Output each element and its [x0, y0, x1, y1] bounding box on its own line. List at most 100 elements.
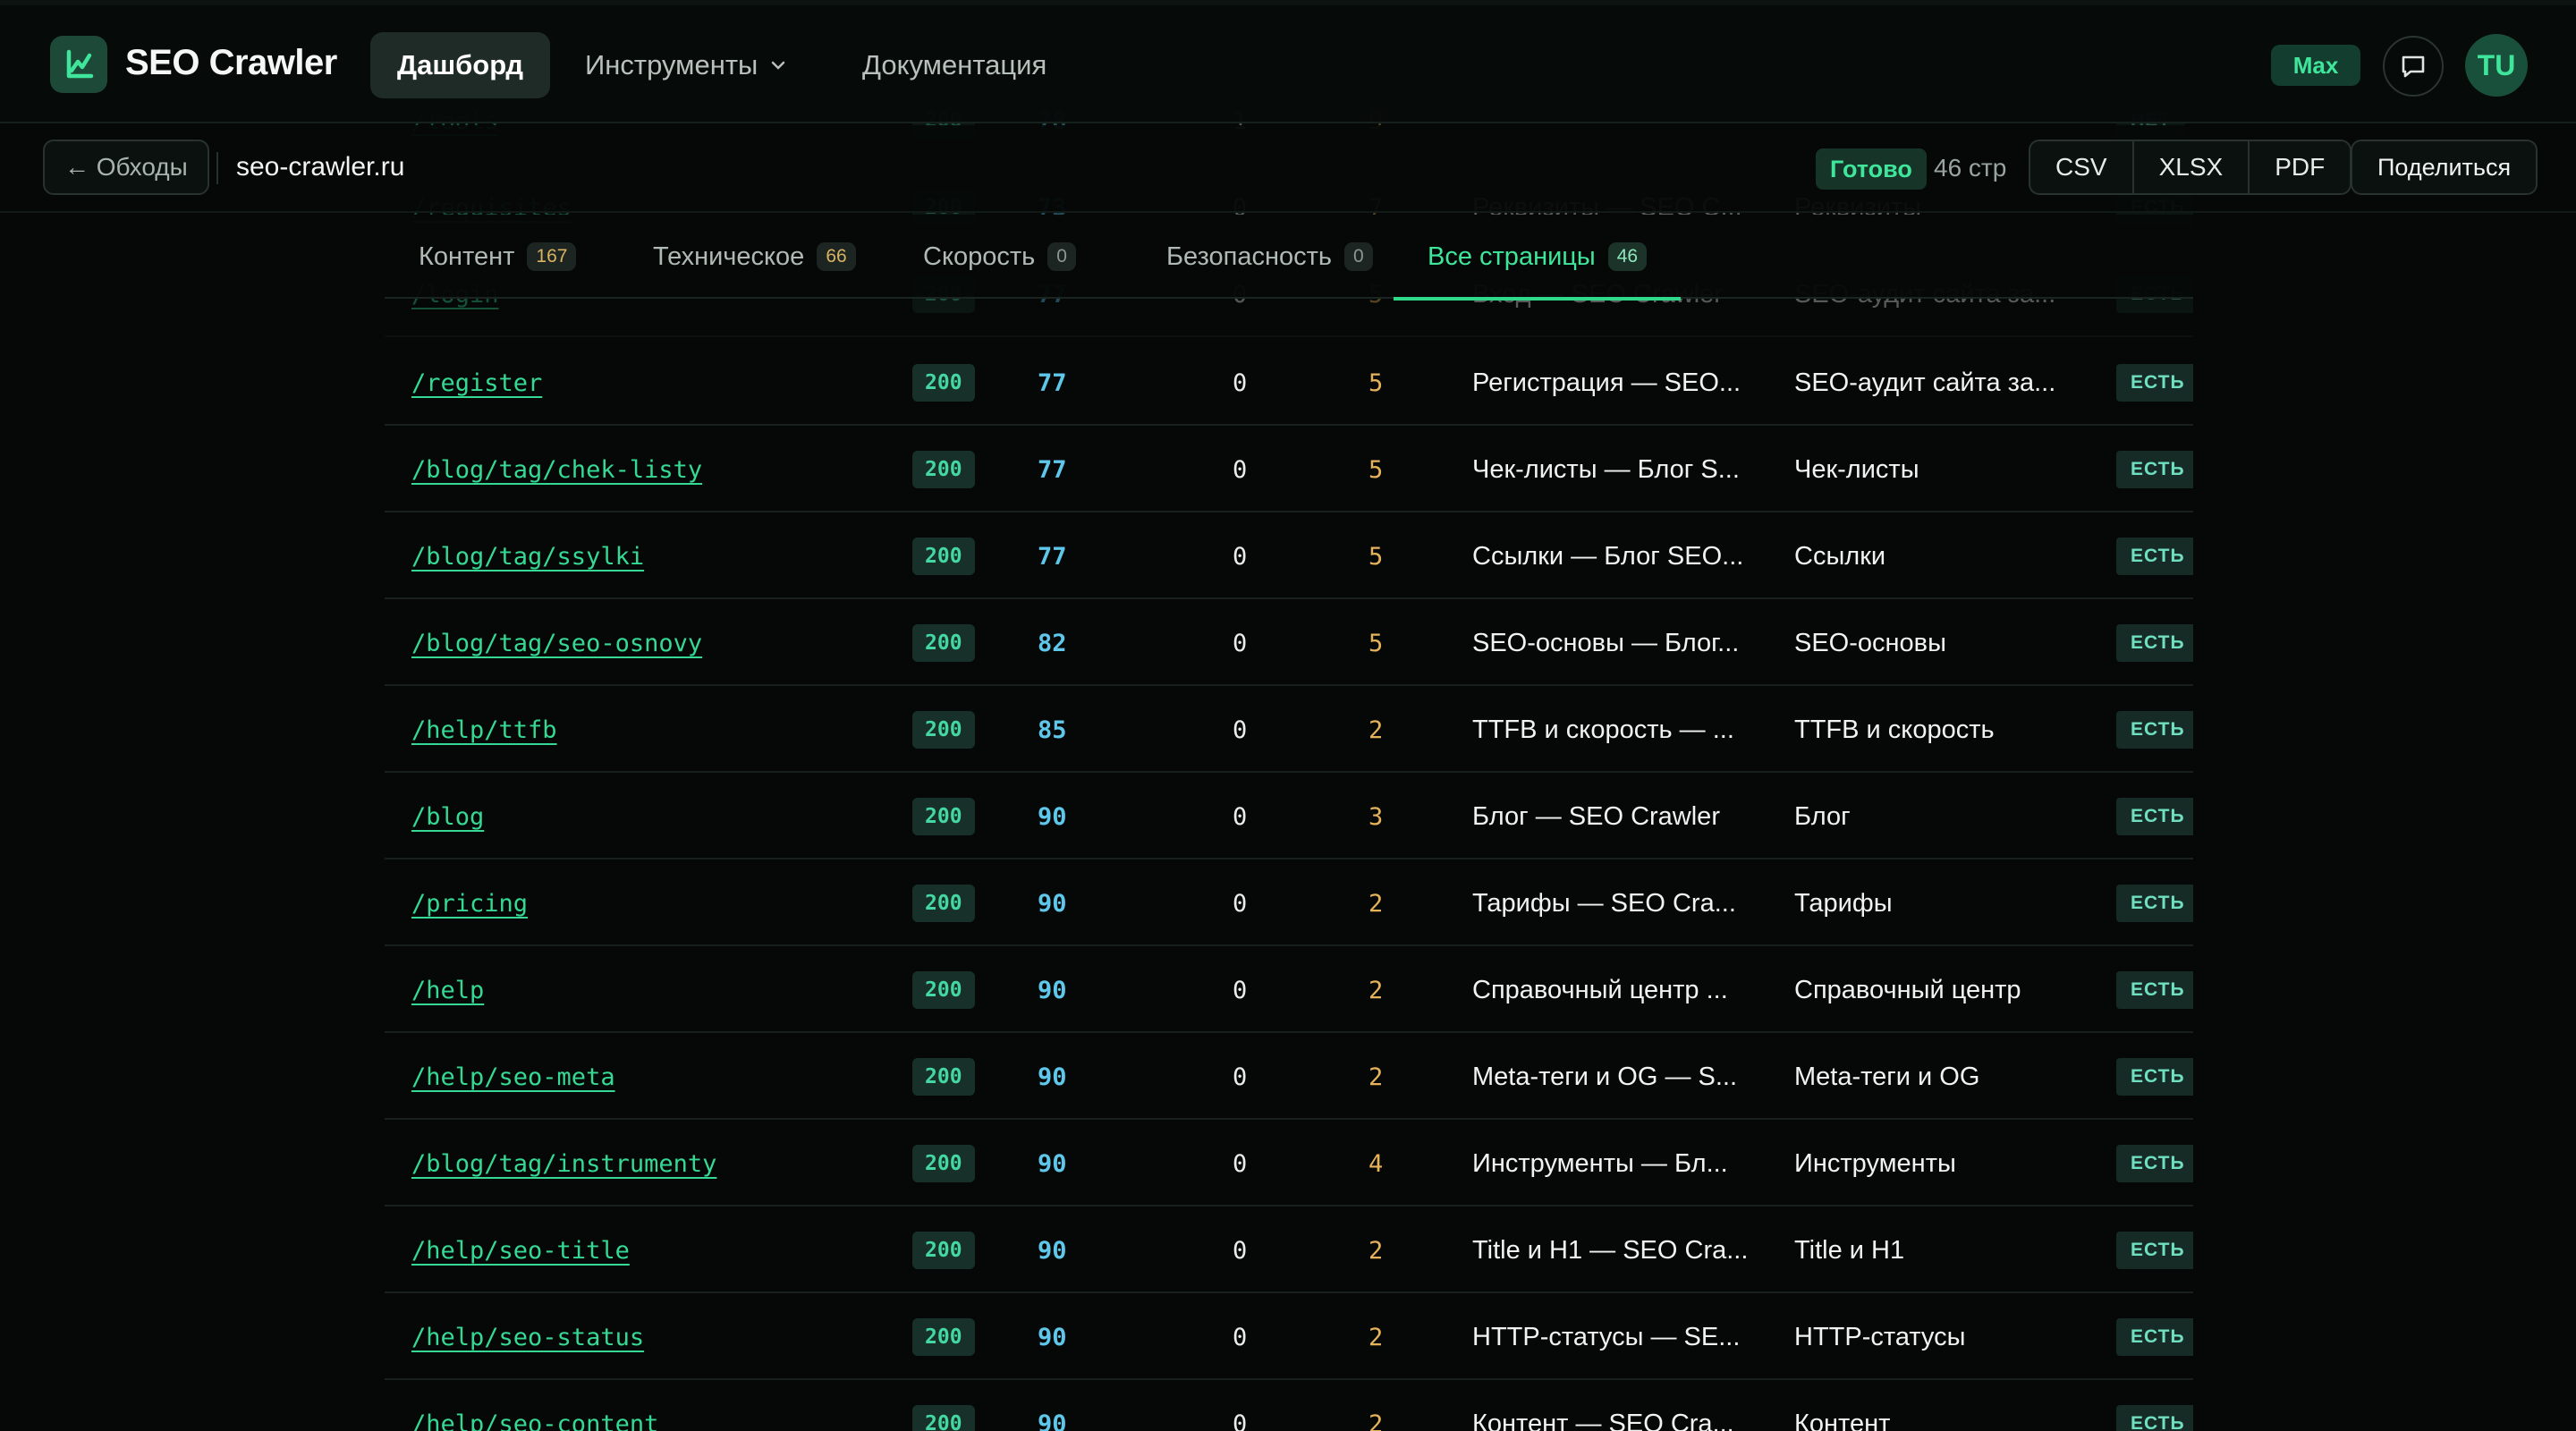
page-url-link[interactable]: /help/ttfb [411, 687, 912, 773]
nav-dashboard-label: Дашборд [397, 49, 524, 80]
table-row[interactable]: /blog/tag/chek-listy 200 77 0 5 Чек-листы — Б… [385, 427, 2193, 512]
status-code-badge: 200 [912, 971, 975, 1009]
table-row[interactable]: /blog 200 90 0 3 Блог — SEO Crawler Блог ЕСТЬ [385, 774, 2193, 859]
table-row[interactable]: /blog/tag/seo-osnovy 200 82 0 5 SEO-основы — … [385, 600, 2193, 686]
page-title-cell: Справочный центр ... [1472, 975, 1728, 1004]
og-cell: ЕСТЬ [2116, 427, 2193, 512]
page-url-link[interactable]: /blog/tag/chek-listy [411, 427, 912, 512]
page-url-link[interactable]: /blog/tag/instrumenty [411, 1121, 912, 1207]
og-badge: ЕСТЬ [2116, 885, 2193, 922]
og-cell: ЕСТЬ [2116, 947, 2193, 1033]
tab-speed[interactable]: Скорость 0 [889, 215, 1110, 299]
page-url-link[interactable]: /help/seo-title [411, 1207, 912, 1293]
tab-label: Все страницы [1428, 241, 1596, 271]
status-code-cell: 200 [912, 513, 984, 599]
tab-count: 0 [1344, 242, 1373, 271]
og-cell: ЕСТЬ [2116, 340, 2193, 426]
logo-icon[interactable] [50, 36, 107, 93]
table-row[interactable]: /register 200 77 0 5 Регистрация — SEO... SEO-… [385, 340, 2193, 426]
page-title-cell: Инструменты — Бл... [1472, 1148, 1728, 1178]
table-row[interactable]: /help 200 90 0 2 Справочный центр ... Справочн… [385, 947, 2193, 1033]
warnings-count: 4 [1368, 1149, 1384, 1178]
page-url-link[interactable]: /help/seo-content [411, 1381, 912, 1431]
og-badge: ЕСТЬ [2116, 451, 2193, 488]
page-title-cell: Контент — SEO Cra... [1472, 1409, 1734, 1431]
score-value: 77 [1038, 368, 1067, 397]
status-code-badge: 200 [912, 1405, 975, 1431]
plan-badge[interactable]: Max [2271, 45, 2360, 86]
tab-content[interactable]: Контент 167 [385, 215, 610, 299]
page-title-cell: TTFB и скорость — ... [1472, 715, 1734, 744]
page-url-link[interactable]: /blog/tag/seo-osnovy [411, 600, 912, 686]
export-pdf-button[interactable]: PDF [2250, 141, 2350, 193]
status-code-cell: 200 [912, 1034, 984, 1120]
page-url-link[interactable]: /blog/tag/ssylki [411, 513, 912, 599]
table-row[interactable]: /blog/tag/instrumenty 200 90 0 4 Инструменты … [385, 1121, 2193, 1207]
tab-count: 0 [1047, 242, 1076, 271]
status-code-badge: 200 [912, 798, 975, 835]
table-row[interactable]: /pricing 200 90 0 2 Тарифы — SEO Cra... Тарифы… [385, 860, 2193, 946]
status-code-cell: 200 [912, 600, 984, 686]
status-code-badge: 200 [912, 538, 975, 575]
page-h1-cell: Чек-листы [1794, 454, 1919, 484]
nav-tools-label: Инструменты [585, 49, 758, 80]
page-h1-cell: Инструменты [1794, 1148, 1956, 1178]
table-row[interactable]: /help/ttfb 200 85 0 2 TTFB и скорость — ... TT… [385, 687, 2193, 773]
status-code-cell: 200 [912, 1381, 984, 1431]
og-badge: ЕСТЬ [2116, 624, 2193, 662]
score-value: 90 [1038, 1236, 1067, 1265]
avatar[interactable]: TU [2465, 34, 2528, 97]
warnings-count: 5 [1368, 368, 1384, 397]
tab-all-pages[interactable]: Все страницы 46 [1394, 215, 1682, 301]
pages-count: 46 стр [1934, 154, 2007, 182]
warnings-count: 5 [1368, 455, 1384, 484]
top-nav: SEO Crawler Дашборд Инструменты Документ… [0, 0, 2576, 123]
table-row[interactable]: /help/seo-title 200 90 0 2 Title и H1 — SEO C… [385, 1207, 2193, 1293]
status-code-badge: 200 [912, 364, 975, 402]
table-row[interactable]: /blog/tag/ssylki 200 77 0 5 Ссылки — Блог SEO… [385, 513, 2193, 599]
page-title-cell: Meta-теги и OG — S... [1472, 1062, 1738, 1091]
nav-docs[interactable]: Документация [835, 32, 1073, 98]
table-row[interactable]: /help/seo-status 200 90 0 2 HTTP-статусы — SE… [385, 1294, 2193, 1380]
og-badge: ЕСТЬ [2116, 364, 2193, 402]
share-button[interactable]: Поделиться [2351, 140, 2538, 195]
og-cell: ЕСТЬ [2116, 1034, 2193, 1120]
status-badge: Готово [1816, 148, 1927, 190]
page-url-link[interactable]: /register [411, 340, 912, 426]
score-value: 90 [1038, 1323, 1067, 1351]
status-code-badge: 200 [912, 1058, 975, 1096]
page-url-link[interactable]: /help [411, 947, 912, 1033]
page-url-link[interactable]: /pricing [411, 860, 912, 946]
og-badge: ЕСТЬ [2116, 1405, 2193, 1431]
score-value: 82 [1038, 629, 1067, 657]
errors-count: 0 [1233, 716, 1248, 744]
status-code-cell: 200 [912, 947, 984, 1033]
warnings-count: 2 [1368, 1236, 1384, 1265]
og-cell: ЕСТЬ [2116, 860, 2193, 946]
top-stripe [0, 0, 2576, 5]
tab-security[interactable]: Безопасность 0 [1132, 215, 1407, 299]
page-url-link[interactable]: /help/seo-meta [411, 1034, 912, 1120]
nav-tools[interactable]: Инструменты [558, 32, 813, 98]
warnings-count: 5 [1368, 629, 1384, 657]
export-csv-button[interactable]: CSV [2030, 141, 2134, 193]
export-group: CSV XLSX PDF [2029, 140, 2352, 195]
warnings-count: 3 [1368, 802, 1384, 831]
export-xlsx-button[interactable]: XLSX [2134, 141, 2250, 193]
back-button[interactable]: ← Обходы [43, 140, 209, 195]
tab-label: Техническое [653, 241, 805, 271]
errors-count: 0 [1233, 1410, 1248, 1431]
tab-technical[interactable]: Техническое 66 [619, 215, 890, 299]
warnings-count: 2 [1368, 889, 1384, 918]
table-row[interactable]: /help/seo-content 200 90 0 2 Контент — SEO Cr… [385, 1381, 2193, 1431]
page-title-cell: Title и H1 — SEO Cra... [1472, 1235, 1749, 1265]
chat-icon[interactable] [2383, 36, 2444, 97]
page-h1-cell: Meta-теги и OG [1794, 1062, 1980, 1091]
page-url-link[interactable]: /help/seo-status [411, 1294, 912, 1380]
brand-name[interactable]: SEO Crawler [125, 43, 337, 83]
table-row[interactable]: /help/seo-meta 200 90 0 2 Meta-теги и OG — S.… [385, 1034, 2193, 1120]
crawl-toolbar: ← Обходы seo-crawler.ru Готово 46 стр CS… [0, 125, 2576, 213]
nav-dashboard[interactable]: Дашборд [370, 32, 551, 98]
page-h1-cell: Блог [1794, 801, 1851, 831]
page-url-link[interactable]: /blog [411, 774, 912, 859]
